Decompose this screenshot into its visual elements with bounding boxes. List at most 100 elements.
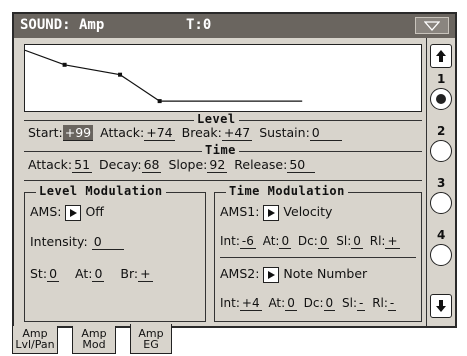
at2-field[interactable]: 0 [285,296,297,311]
track-sidebar: 1 2 3 4 [426,38,455,326]
title-bar: SOUND: Amp T:0 [14,14,455,38]
ams1-value[interactable]: Velocity [283,204,332,219]
rl2-label: Rl: [372,296,388,310]
level-modulation-title: Level Modulation [36,184,166,198]
int1-field[interactable]: -6 [239,234,256,249]
ams1-row: AMS1: Velocity [220,204,332,221]
intensity-row: Intensity: 0 [30,234,127,250]
st-field[interactable]: 0 [47,266,60,282]
track-radio-3[interactable] [430,192,452,214]
start-field[interactable]: +99 [62,125,94,141]
ams2-values-row: Int: +4 At: 0 Dc: 0 Sl: - Rl: - [220,296,399,311]
track-radio-1[interactable] [430,88,452,110]
at2-label: At: [268,296,286,310]
envelope-node [157,99,162,104]
rl1-label: Rl: [369,234,386,248]
track-number: 4 [437,228,446,242]
track-radio-4[interactable] [430,244,452,266]
ams-label: AMS: [30,204,62,219]
sl2-label: Sl: [342,296,358,310]
sl1-field[interactable]: 0 [351,234,363,249]
time-row: Attack: 51 Decay: 68 Slope: 92 Release: 50 [28,157,318,173]
track-number: 1 [437,72,446,86]
attack-level-field[interactable]: +74 [144,125,175,141]
ams-row: AMS: Off [30,204,104,221]
level-mod-values-row: St: 0 At: 0 Br: + [30,266,156,282]
slope-label: Slope: [168,157,208,172]
ams2-select-button[interactable] [263,266,280,283]
ams1-values-row: Int: -6 At: 0 Dc: 0 Sl: 0 Rl: + [220,234,403,249]
intensity-label: Intensity: [30,234,88,249]
at1-field[interactable]: 0 [279,234,292,249]
ams1-label: AMS1: [220,204,260,219]
divider [24,180,422,181]
dc2-field[interactable]: 0 [323,296,336,311]
divider [220,257,416,258]
dc1-field[interactable]: 0 [317,234,330,249]
main-panel: SOUND: Amp T:0 Level Start: +99 Attack: +7… [12,12,457,328]
scroll-down-button[interactable] [430,294,452,318]
sl1-label: Sl: [336,234,352,248]
attack-time-label: Attack: [28,157,73,172]
at1-label: At: [262,234,280,248]
decay-field[interactable]: 68 [141,157,162,173]
envelope-node [118,72,123,77]
level-row: Start: +99 Attack: +74 Break: +47 Sustain: 0 [28,125,345,141]
level-section-title: Level [194,112,239,126]
track-radio-2[interactable] [430,140,452,162]
tab-label: Mod [82,338,106,351]
rl1-field[interactable]: + [385,234,400,249]
envelope-node [62,62,67,67]
tab-label: EG [143,338,159,351]
break-field[interactable]: +47 [221,125,253,141]
envelope-line [24,49,303,102]
sl2-field[interactable]: - [357,296,366,311]
tab-bar: Amp Lvl/Pan Amp Mod Amp EG [12,324,457,354]
rl2-field[interactable]: - [387,296,397,311]
int2-field[interactable]: +4 [239,296,262,311]
track-indicator: T:0 [186,17,212,33]
time-section-title: Time [202,143,239,157]
page-title: SOUND: Amp [20,17,105,33]
ams2-value[interactable]: Note Number [283,266,367,281]
tab-amp-lvl-pan[interactable]: Amp Lvl/Pan [12,326,58,354]
envelope-curve [24,49,303,104]
arrow-down-icon [436,300,446,312]
br-field[interactable]: + [138,266,153,282]
ams1-select-button[interactable] [263,204,280,221]
sustain-field[interactable]: 0 [309,125,342,141]
track-number: 2 [437,124,446,138]
scroll-up-button[interactable] [430,44,452,68]
page-menu-button[interactable] [415,17,449,34]
arrow-up-icon [436,50,446,62]
track-number: 3 [437,176,446,190]
attack-level-label: Attack: [100,125,145,140]
ams2-label: AMS2: [220,266,260,281]
ams-select-button[interactable] [65,204,82,221]
intensity-field[interactable]: 0 [91,234,124,250]
ams2-row: AMS2: Note Number [220,266,367,283]
at-field[interactable]: 0 [92,266,105,282]
decay-label: Decay: [99,157,142,172]
release-label: Release: [234,157,288,172]
at-label: At: [75,266,93,281]
screen: SOUND: Amp T:0 Level Start: +99 Attack: +7… [12,12,457,354]
tab-label: Lvl/Pan [15,338,55,351]
ams-value[interactable]: Off [85,204,103,219]
start-label: Start: [28,125,63,140]
triangle-down-icon [424,21,440,31]
break-label: Break: [181,125,222,140]
br-label: Br: [120,266,139,281]
tab-amp-eg[interactable]: Amp EG [130,324,172,354]
release-field[interactable]: 50 [287,157,316,173]
attack-time-field[interactable]: 51 [72,157,93,173]
tab-amp-mod[interactable]: Amp Mod [72,326,116,354]
dc1-label: Dc: [297,234,318,248]
int1-label: Int: [220,234,240,248]
envelope-graph [24,44,422,112]
sustain-label: Sustain: [259,125,310,140]
st-label: St: [30,266,48,281]
int2-label: Int: [220,296,240,310]
time-modulation-title: Time Modulation [226,184,348,198]
slope-field[interactable]: 92 [207,157,228,173]
